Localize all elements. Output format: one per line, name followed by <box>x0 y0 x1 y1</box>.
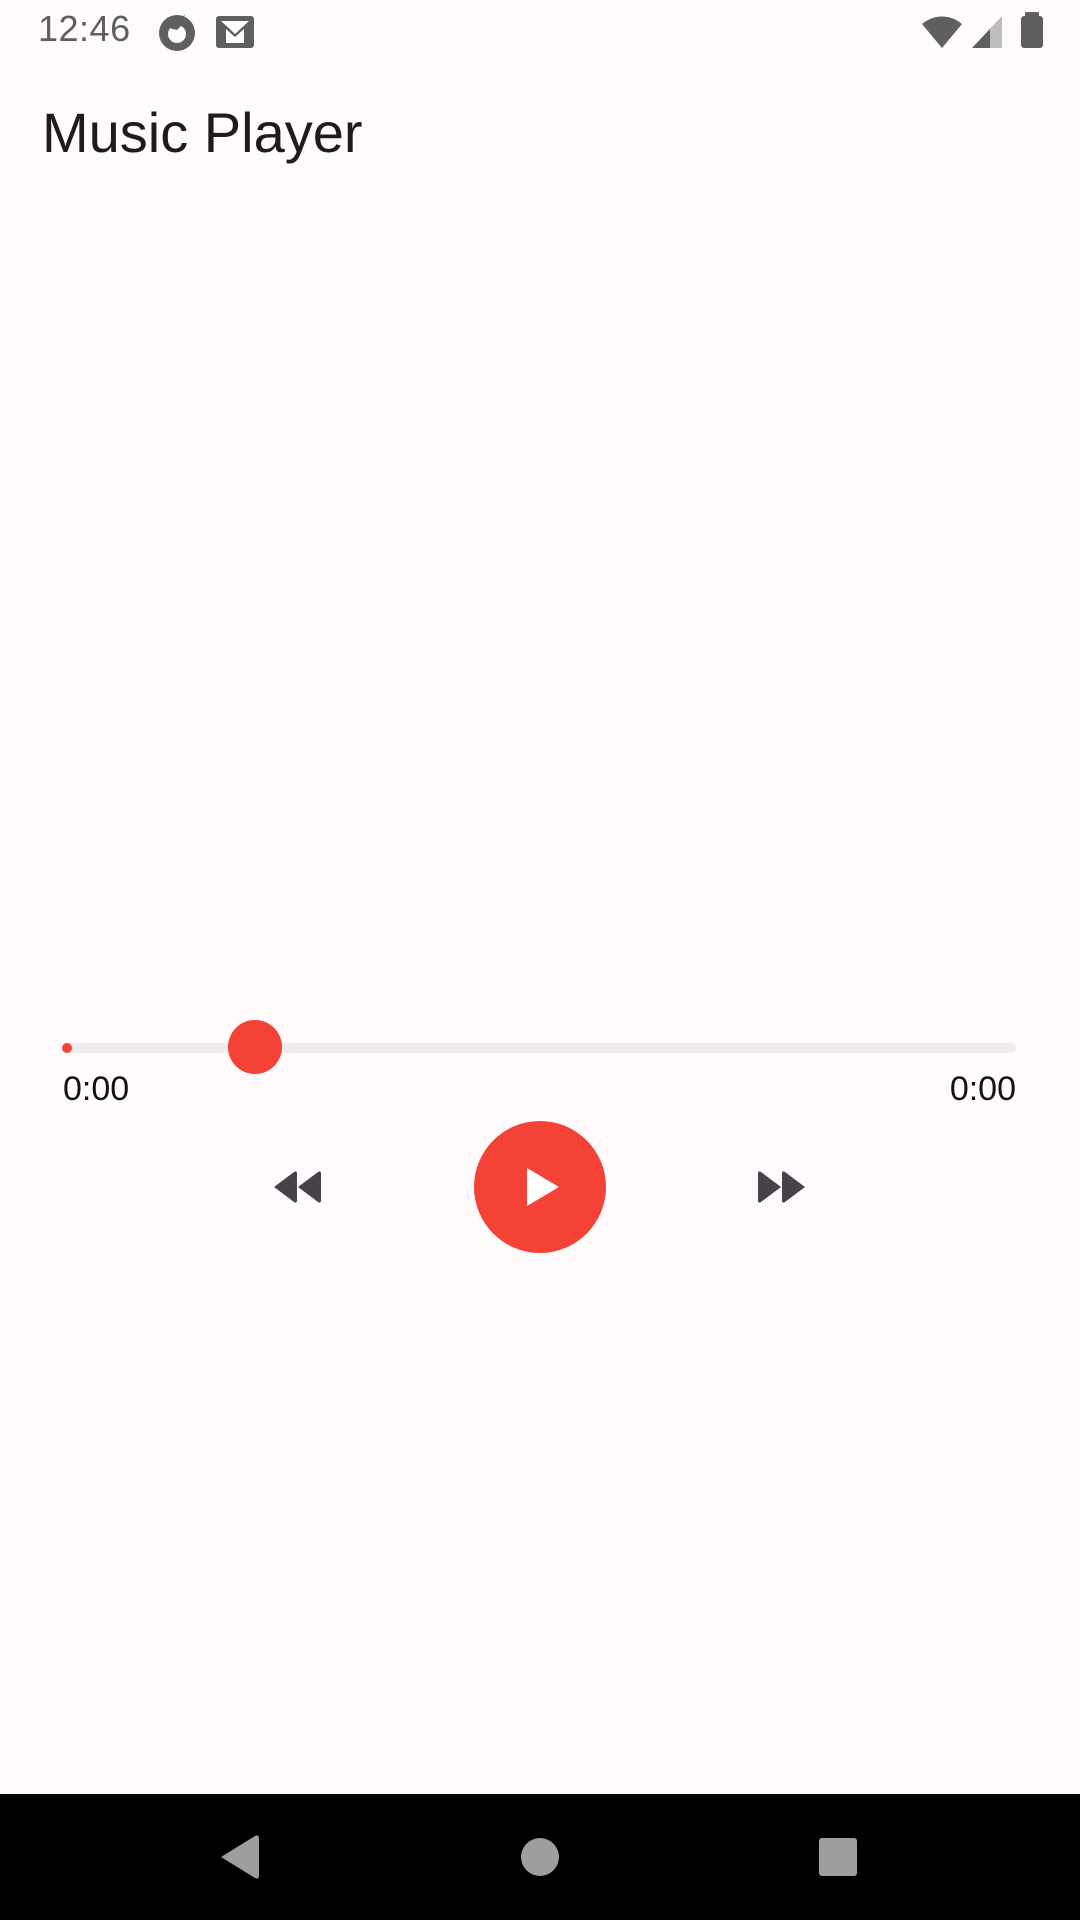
wifi-icon <box>922 16 962 48</box>
battery-icon <box>1021 12 1043 48</box>
total-time: 0:00 <box>949 1070 1016 1108</box>
seek-track <box>62 1043 1016 1053</box>
gmail-icon <box>216 16 254 48</box>
page-title: Music Player <box>42 101 363 164</box>
firefox-icon <box>159 14 195 51</box>
seek-thumb[interactable] <box>227 1020 282 1074</box>
play-icon <box>527 1168 559 1206</box>
nav-back-button[interactable] <box>207 1824 273 1890</box>
rewind-icon <box>274 1171 321 1203</box>
home-icon <box>521 1838 559 1876</box>
seek-bar[interactable] <box>62 1020 1018 1076</box>
status-time: 12:46 <box>38 8 131 49</box>
status-bar: 12:46 <box>0 0 1080 66</box>
seek-progress <box>62 1043 72 1053</box>
signal-icon <box>972 16 1002 48</box>
recents-icon <box>819 1838 857 1876</box>
music-player-screen: 12:46 Music Player 0:00 0:00 <box>0 0 1080 1920</box>
fast-forward-button[interactable] <box>743 1160 809 1214</box>
back-icon <box>221 1835 259 1879</box>
system-navigation-bar <box>0 1794 1080 1920</box>
current-time: 0:00 <box>63 1070 130 1108</box>
play-button[interactable] <box>474 1121 606 1253</box>
nav-recents-button[interactable] <box>805 1824 871 1890</box>
nav-home-button[interactable] <box>507 1824 573 1890</box>
rewind-button[interactable] <box>270 1160 336 1214</box>
fast-forward-icon <box>758 1171 805 1203</box>
